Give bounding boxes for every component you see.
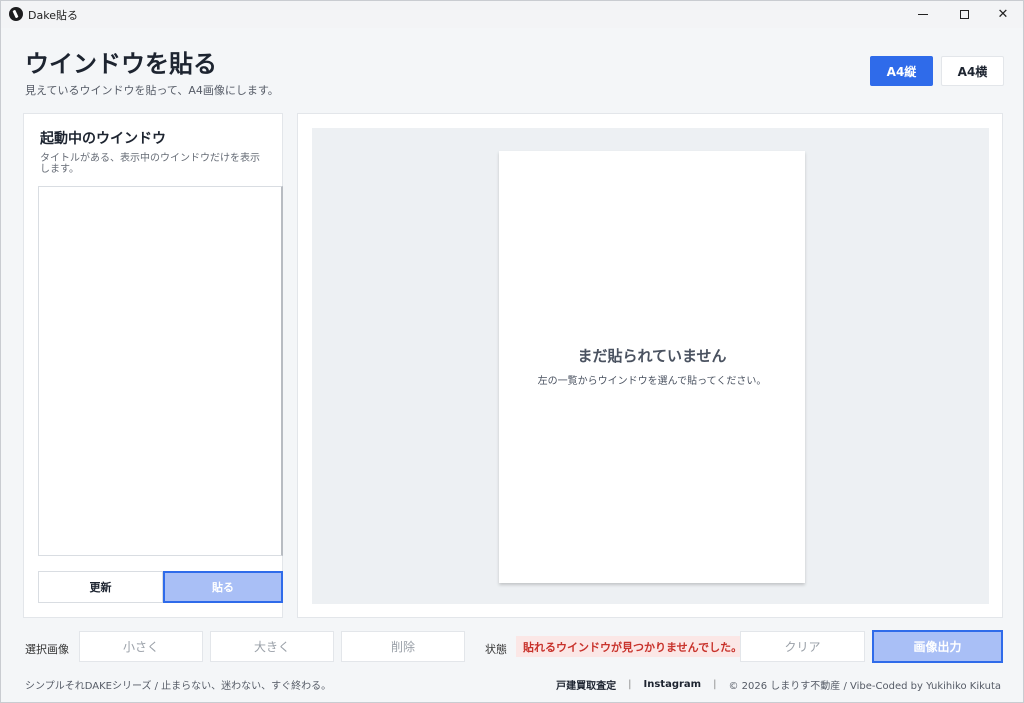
footer-separator: |: [713, 679, 717, 690]
export-image-button[interactable]: 画像出力: [872, 630, 1003, 663]
preview-canvas[interactable]: まだ貼られていません 左の一覧からウインドウを選んで貼ってください。: [312, 128, 989, 604]
footer-copyright: © 2026 しまりす不動産 / Vibe-Coded by Yukihiko …: [728, 681, 1001, 692]
minimize-button[interactable]: [903, 1, 943, 28]
window-list-title: 起動中のウインドウ: [40, 131, 166, 147]
minimize-icon: [918, 14, 928, 15]
enlarge-button[interactable]: 大きく: [210, 631, 334, 662]
page-title: ウインドウを貼る: [25, 50, 217, 78]
title-bar[interactable]: Dake貼る ✕: [1, 1, 1023, 28]
window-title: Dake貼る: [28, 9, 78, 22]
maximize-icon: [959, 10, 969, 19]
status-message: 貼れるウインドウが見つかりませんでした。: [516, 636, 750, 657]
footer-links: 戸建買取査定 | Instagram | © 2026 しまりす不動産 / Vi…: [556, 677, 1001, 692]
clear-button[interactable]: クリア: [740, 631, 865, 662]
a4-landscape-button[interactable]: A4横: [941, 56, 1004, 86]
refresh-button[interactable]: 更新: [38, 571, 163, 603]
shrink-button[interactable]: 小さく: [79, 631, 203, 662]
empty-state-description: 左の一覧からウインドウを選んで貼ってください。: [537, 376, 767, 387]
empty-state-title: まだ貼られていません: [577, 347, 727, 365]
window-list[interactable]: [38, 186, 283, 556]
app-window: Dake貼る ✕ ウインドウを貼る 見えているウインドウを貼って、A4画像にしま…: [0, 0, 1024, 703]
footer-link-appraisal[interactable]: 戸建買取査定: [556, 677, 616, 692]
window-list-description: タイトルがある、表示中のウインドウだけを表示します。: [40, 153, 260, 175]
close-icon: ✕: [997, 7, 1009, 22]
maximize-button[interactable]: [944, 1, 984, 28]
selected-image-label: 選択画像: [25, 643, 69, 656]
app-logo-icon: [9, 7, 23, 21]
window-list-panel: 起動中のウインドウ タイトルがある、表示中のウインドウだけを表示します。 更新 …: [23, 113, 283, 618]
a4-portrait-button[interactable]: A4縦: [870, 56, 933, 86]
status-label: 状態: [485, 643, 507, 656]
footer-link-instagram[interactable]: Instagram: [644, 679, 702, 690]
page-subtitle: 見えているウインドウを貼って、A4画像にします。: [25, 84, 279, 97]
delete-button[interactable]: 削除: [341, 631, 465, 662]
close-button[interactable]: ✕: [983, 1, 1023, 28]
preview-panel: まだ貼られていません 左の一覧からウインドウを選んで貼ってください。: [297, 113, 1003, 618]
footer-tagline: シンプルそれDAKEシリーズ / 止まらない、迷わない、すぐ終わる。: [25, 681, 332, 692]
footer-separator: |: [628, 679, 632, 690]
paste-button[interactable]: 貼る: [163, 571, 283, 603]
a4-page-preview[interactable]: まだ貼られていません 左の一覧からウインドウを選んで貼ってください。: [499, 151, 805, 583]
